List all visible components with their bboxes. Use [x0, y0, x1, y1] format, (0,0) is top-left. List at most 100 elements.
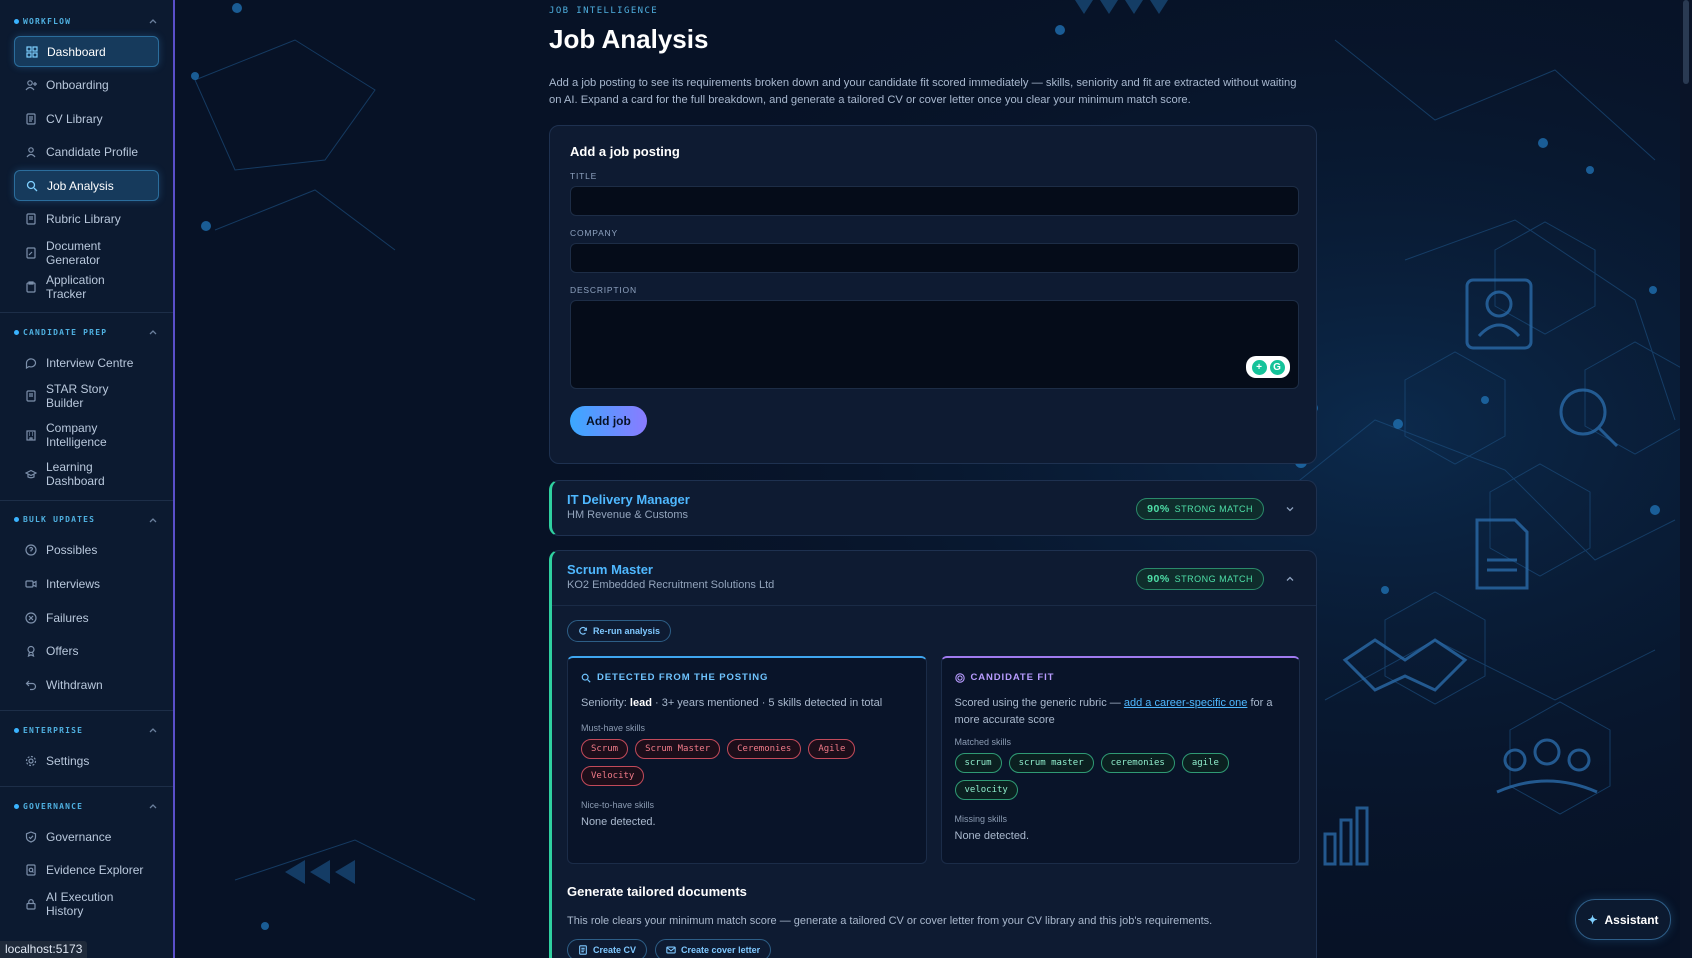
job-card-it-delivery-manager[interactable]: IT Delivery Manager HM Revenue & Customs…	[549, 480, 1317, 536]
sidebar-item-label: Interview Centre	[46, 355, 134, 370]
missing-skills-value: None detected.	[954, 830, 1030, 842]
sidebar-item-label: Onboarding	[46, 78, 109, 93]
sidebar-item-possibles[interactable]: Possibles	[14, 535, 159, 566]
assistant-button[interactable]: ✦ Assistant	[1575, 899, 1671, 940]
sidebar-item-label: Interviews	[46, 577, 101, 592]
sidebar-item-star-story-builder[interactable]: STAR Story Builder	[14, 381, 159, 412]
skill-chip: ceremonies	[1100, 753, 1175, 773]
book-icon	[26, 213, 36, 226]
add-job-button[interactable]: Add job	[570, 406, 647, 436]
generate-docs-title: Generate tailored documents	[567, 884, 747, 899]
match-label: STRONG MATCH	[1174, 574, 1253, 584]
panel-title-text: DETECTED FROM THE POSTING	[597, 672, 769, 683]
file-search-icon	[26, 864, 36, 877]
missing-skills-label: Missing skills	[954, 814, 1008, 824]
sidebar-item-evidence-explorer[interactable]: Evidence Explorer	[14, 855, 159, 886]
must-have-chips: Scrum Scrum Master Ceremonies Agile Velo…	[581, 739, 913, 786]
candidate-fit-panel: CANDIDATE FIT Scored using the generic r…	[940, 656, 1300, 864]
chevron-up-icon[interactable]	[147, 15, 159, 27]
company-field-label: COMPANY	[570, 228, 618, 238]
job-card-header[interactable]: IT Delivery Manager HM Revenue & Customs…	[552, 481, 1316, 535]
section-title-workflow: WORKFLOW	[14, 17, 71, 26]
document-icon	[26, 113, 36, 125]
sidebar: WORKFLOW Dashboard Onboarding CV Library…	[0, 0, 175, 958]
add-job-heading: Add a job posting	[570, 144, 680, 159]
sidebar-item-company-intelligence[interactable]: Company Intelligence	[14, 414, 159, 456]
skill-chip: Ceremonies	[727, 739, 802, 759]
sidebar-item-onboarding[interactable]: Onboarding	[14, 70, 159, 101]
seniority-value: lead	[629, 697, 652, 709]
detected-panel: DETECTED FROM THE POSTING Seniority: lea…	[567, 656, 927, 864]
seniority-line: Seniority: lead · 3+ years mentioned · 5…	[581, 695, 913, 712]
create-cv-button[interactable]: Create CV	[567, 939, 648, 958]
target-icon	[954, 672, 965, 683]
create-cover-label: Create cover letter	[681, 945, 761, 955]
sidebar-item-learning-dashboard[interactable]: Learning Dashboard	[14, 459, 159, 490]
rerun-analysis-button[interactable]: Re-run analysis	[567, 620, 672, 642]
sidebar-item-label: Failures	[46, 610, 89, 625]
section-dot	[14, 727, 19, 733]
assistant-label: Assistant	[1604, 912, 1659, 927]
sidebar-item-document-generator[interactable]: Document Generator	[14, 238, 159, 269]
skill-chip: scrum	[954, 753, 1002, 773]
candidate-fit-title: CANDIDATE FIT	[954, 672, 1287, 683]
sidebar-item-rubric-library[interactable]: Rubric Library	[14, 204, 159, 235]
page-title: Job Analysis	[549, 24, 709, 54]
chevron-down-icon[interactable]	[1284, 503, 1296, 515]
section-label: ENTERPRISE	[23, 725, 84, 735]
company-input[interactable]	[570, 243, 1299, 273]
sidebar-item-cv-library[interactable]: CV Library	[14, 103, 159, 134]
chevron-up-icon[interactable]	[147, 326, 159, 338]
create-cover-letter-button[interactable]: Create cover letter	[655, 939, 772, 958]
section-title-governance: GOVERNANCE	[14, 802, 83, 811]
grammarly-widget[interactable]: + G	[1246, 356, 1290, 378]
sidebar-item-application-tracker[interactable]: Application Tracker	[14, 271, 159, 302]
user-icon	[26, 147, 36, 158]
chevron-up-icon[interactable]	[147, 800, 159, 812]
section-header-bulk-updates[interactable]: BULK UPDATES	[14, 513, 159, 527]
mail-icon	[666, 946, 676, 954]
page-scrollbar[interactable]	[1680, 0, 1692, 958]
sidebar-item-label: Application Tracker	[46, 272, 105, 301]
sidebar-item-interviews[interactable]: Interviews	[14, 569, 159, 600]
sidebar-item-failures[interactable]: Failures	[14, 602, 159, 633]
analysis-panels: DETECTED FROM THE POSTING Seniority: lea…	[567, 656, 1300, 864]
job-card-body: Re-run analysis DETECTED FROM THE POSTIN…	[552, 605, 1316, 958]
sidebar-item-governance[interactable]: Governance	[14, 821, 159, 852]
sidebar-item-job-analysis[interactable]: Job Analysis	[14, 170, 159, 202]
sidebar-item-offers[interactable]: Offers	[14, 636, 159, 667]
chevron-up-icon[interactable]	[1284, 573, 1296, 585]
sidebar-item-dashboard[interactable]: Dashboard	[14, 36, 159, 67]
section-header-candidate-prep[interactable]: CANDIDATE PREP	[14, 325, 159, 339]
sidebar-item-withdrawn[interactable]: Withdrawn	[14, 669, 159, 700]
must-have-label: Must-have skills	[581, 723, 646, 733]
add-career-rubric-link[interactable]: add a career-specific one	[1124, 697, 1248, 709]
sidebar-item-settings[interactable]: Settings	[14, 745, 159, 776]
title-input[interactable]	[570, 186, 1299, 216]
section-header-governance[interactable]: GOVERNANCE	[14, 799, 159, 813]
sidebar-item-candidate-profile[interactable]: Candidate Profile	[14, 137, 159, 168]
chevron-up-icon[interactable]	[147, 514, 159, 526]
sidebar-item-ai-execution-history[interactable]: AI Execution History	[14, 889, 159, 920]
skill-chip: Scrum	[581, 739, 629, 759]
matched-chips: scrum scrum master ceremonies agile velo…	[954, 753, 1287, 800]
user-plus-icon	[25, 80, 37, 91]
match-percent: 90%	[1147, 503, 1170, 515]
description-textarea[interactable]: + G	[570, 300, 1299, 389]
sidebar-divider	[0, 786, 173, 788]
refresh-icon	[579, 626, 587, 635]
graduation-cap-icon	[25, 470, 37, 479]
match-percent: 90%	[1147, 573, 1170, 585]
sidebar-item-interview-centre[interactable]: Interview Centre	[14, 347, 159, 378]
job-card-header[interactable]: Scrum Master KO2 Embedded Recruitment So…	[552, 551, 1316, 605]
seniority-suffix: · 3+ years mentioned · 5 skills detected…	[651, 697, 883, 709]
section-header-enterprise[interactable]: ENTERPRISE	[14, 723, 159, 737]
title-field-label: TITLE	[570, 171, 598, 181]
section-dot	[14, 329, 19, 335]
seniority-prefix: Seniority:	[581, 697, 630, 709]
rerun-label: Re-run analysis	[593, 626, 661, 636]
section-header-workflow[interactable]: WORKFLOW	[14, 14, 159, 28]
scrollbar-thumb[interactable]	[1683, 0, 1689, 84]
chevron-up-icon[interactable]	[147, 724, 159, 736]
sidebar-divider	[0, 499, 173, 501]
